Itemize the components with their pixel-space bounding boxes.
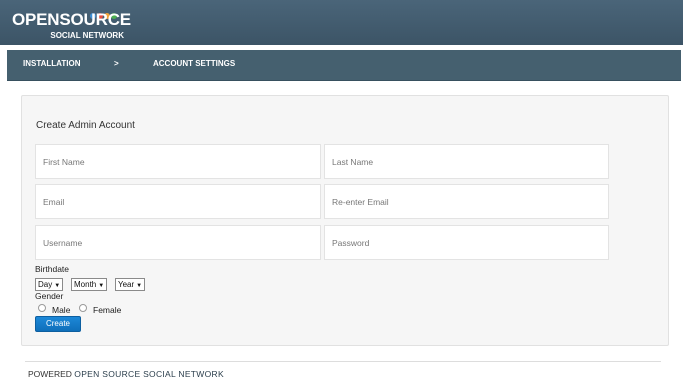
footer-divider [25, 361, 661, 362]
reenter-email-input[interactable] [324, 184, 609, 219]
year-select-value: Year [118, 280, 135, 289]
footer-link[interactable]: OPEN SOURCE SOCIAL NETWORK [74, 369, 224, 379]
brand-tagline: SOCIAL NETWORK [50, 31, 124, 40]
footer-credit: POWERED OPEN SOURCE SOCIAL NETWORK [28, 369, 224, 379]
chevron-down-icon: ▼ [54, 283, 61, 289]
male-radio[interactable] [38, 304, 46, 312]
day-select[interactable]: Day ▼ [35, 278, 64, 291]
brand-logo[interactable]: OPENSOURCE SOCIAL NETWORK [12, 6, 131, 42]
birthdate-label: Birthdate [35, 264, 70, 274]
chevron-down-icon: ▼ [136, 283, 143, 289]
last-name-input[interactable] [324, 144, 609, 179]
brand-name: OPENSOURCE [12, 10, 131, 29]
chevron-down-icon: ▼ [98, 283, 105, 289]
month-select[interactable]: Month ▼ [71, 278, 108, 291]
admin-account-form: Create Admin Account Birthdate Day▼ Mont… [21, 95, 669, 346]
nav-step-account-settings[interactable]: ACCOUNT SETTINGS [153, 60, 235, 68]
footer-prefix: POWERED [28, 369, 72, 379]
form-title: Create Admin Account [36, 120, 135, 131]
female-radio-label: Female [93, 305, 122, 315]
email-input[interactable] [35, 184, 321, 219]
day-select-value: Day [38, 280, 53, 289]
nav-step-installation[interactable]: INSTALLATION [23, 60, 80, 68]
username-input[interactable] [35, 225, 321, 260]
password-input[interactable] [324, 225, 609, 260]
install-steps-nav: INSTALLATION > ACCOUNT SETTINGS [7, 50, 681, 81]
top-header: OPENSOURCE SOCIAL NETWORK [0, 0, 683, 45]
nav-separator: > [114, 59, 119, 68]
first-name-input[interactable] [35, 144, 321, 179]
create-button[interactable]: Create [35, 316, 81, 332]
female-radio[interactable] [79, 304, 87, 312]
year-select[interactable]: Year ▼ [115, 278, 146, 291]
gender-label: Gender [35, 291, 64, 301]
month-select-value: Month [74, 280, 97, 289]
male-radio-label: Male [52, 305, 71, 315]
